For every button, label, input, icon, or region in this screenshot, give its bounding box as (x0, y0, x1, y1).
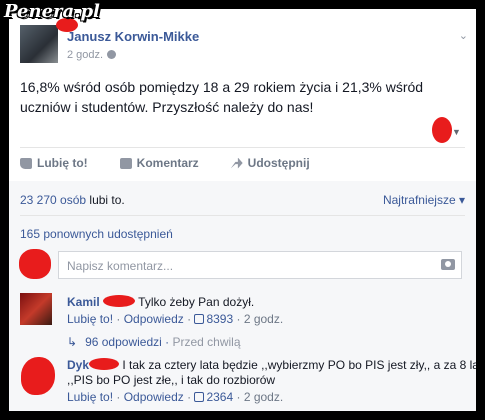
action-bar: Lubię to! Komentarz Udostępnij (20, 155, 342, 171)
author-avatar[interactable] (20, 25, 58, 63)
comment-like-button[interactable]: Lubię to! (67, 390, 113, 404)
comment-meta: Lubię to! · Odpowiedz · 8393 · 2 godz. (67, 312, 284, 326)
comment-time[interactable]: 2 godz. (244, 390, 283, 404)
likes-suffix: lubi to. (86, 193, 125, 207)
redaction-mark (89, 358, 120, 370)
likes-summary: 23 270 osób lubi to. Najtrafniejsze ▾ (20, 193, 465, 207)
commenter-name[interactable]: Kamil (67, 295, 100, 309)
comment-text: Dyk I tak za cztery lata będzie ,,wybier… (67, 358, 476, 372)
chevron-down-icon[interactable]: ▼ (452, 127, 461, 137)
divider (20, 147, 465, 148)
redaction-mark (432, 117, 452, 143)
comment-like-count[interactable]: 2364 (206, 390, 233, 404)
comment-input[interactable] (65, 258, 429, 274)
post-card: Janusz Korwin-Mikke 2 godz. ⌄ 16,8% wśró… (9, 9, 476, 411)
comment-like-button[interactable]: Lubię to! (67, 312, 113, 326)
chevron-down-icon[interactable]: ⌄ (459, 29, 468, 42)
redaction-mark (103, 295, 136, 307)
commenter-name[interactable]: Dyk (67, 358, 89, 372)
comment-reply-button[interactable]: Odpowiedz (124, 390, 184, 404)
thumb-up-icon (194, 392, 205, 402)
post-meta: 2 godz. (67, 49, 117, 61)
camera-icon[interactable] (441, 259, 455, 270)
likes-count[interactable]: 23 270 osób (20, 193, 86, 207)
like-icon (20, 157, 32, 169)
redaction-mark (19, 249, 51, 279)
replies-time: Przed chwilą (172, 335, 241, 349)
globe-icon (107, 50, 117, 59)
comment-input-box[interactable] (58, 251, 462, 279)
post-text: 16,8% wśród osób pomiędzy 18 a 29 rokiem… (20, 79, 424, 115)
thumb-up-icon (194, 314, 205, 324)
comment-reply-button[interactable]: Odpowiedz (124, 312, 184, 326)
comment-button[interactable]: Komentarz (119, 155, 199, 171)
redaction-mark (21, 357, 55, 395)
share-button[interactable]: Udostępnij (230, 155, 310, 171)
comment-time[interactable]: 2 godz. (244, 312, 283, 326)
sort-dropdown[interactable]: Najtrafniejsze ▾ (383, 193, 465, 207)
divider (20, 215, 465, 216)
comment-like-count[interactable]: 8393 (206, 312, 233, 326)
comment-text-continued: ,,PIS bo PO jest złe,, i tak do rozbioró… (67, 373, 276, 387)
share-icon (230, 157, 243, 169)
watermark: Penera.pl (4, 1, 100, 22)
reply-arrow-icon: ↳ (67, 335, 78, 349)
like-button[interactable]: Lubię to! (20, 155, 88, 171)
view-replies-link[interactable]: ↳ 96 odpowiedzi · Przed chwilą (67, 335, 241, 349)
feedback-section: 23 270 osób lubi to. Najtrafniejsze ▾ 16… (9, 181, 476, 411)
author-name[interactable]: Janusz Korwin-Mikke (67, 29, 199, 44)
post-time[interactable]: 2 godz. (67, 49, 103, 61)
shares-count[interactable]: 165 ponownych udostępnień (20, 227, 173, 241)
comment-avatar[interactable] (20, 293, 52, 325)
replies-count[interactable]: 96 odpowiedzi (85, 335, 162, 349)
comment-icon (119, 157, 132, 169)
comment-text: Kamil Tylko żeby Pan dożył. (67, 295, 255, 309)
comment-meta: Lubię to! · Odpowiedz · 2364 · 2 godz. (67, 390, 284, 404)
